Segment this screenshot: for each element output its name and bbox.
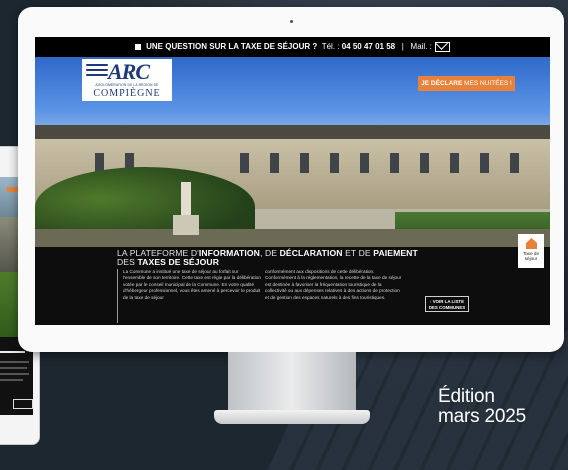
headline-part: et de: [342, 248, 374, 258]
palace-window: [240, 153, 249, 173]
taxe-sejour-badge[interactable]: Taxe de séjour: [518, 234, 544, 268]
badge-label: Taxe de séjour: [518, 251, 544, 261]
question-text: UNE QUESTION SUR LA TAXE DE SÉJOUR ?: [146, 42, 318, 51]
headline-bold: déclaration: [279, 248, 343, 258]
square-icon: [135, 43, 142, 50]
contact-bar: UNE QUESTION SUR LA TAXE DE SÉJOUR ? Tél…: [35, 37, 550, 57]
body-text-col2: conformément aux dispositions de cette d…: [265, 269, 402, 300]
palace-window: [300, 153, 309, 173]
mail-label: Mail. :: [410, 42, 432, 51]
logo-city: COMPIÈGNE: [93, 88, 161, 99]
headline-part: des: [117, 257, 138, 267]
logo-subtitle: AGGLOMÉRATION DE LA RÉGION DE: [95, 83, 159, 87]
palace-window: [510, 153, 519, 173]
edition-line2: mars 2025: [438, 406, 526, 427]
edition-line1: Édition: [438, 386, 495, 407]
waves-icon: [86, 64, 108, 79]
house-icon: [526, 238, 537, 249]
list-button-line1: VOIR LA LISTE: [432, 299, 464, 304]
tablet-text-line: [0, 351, 25, 353]
palace-window: [480, 153, 489, 173]
divider: [117, 269, 118, 323]
arc-logo[interactable]: ARC AGGLOMÉRATION DE LA RÉGION DE COMPIÈ…: [82, 59, 172, 101]
palace-window: [330, 153, 339, 173]
hero-image: ARC AGGLOMÉRATION DE LA RÉGION DE COMPIÈ…: [35, 57, 550, 247]
arrow-icon: ›: [429, 299, 432, 304]
phone-link[interactable]: 04 50 47 01 58: [342, 42, 395, 51]
palace-window: [390, 153, 399, 173]
declare-button[interactable]: JE DÉCLARE MES NUITÉES !: [418, 76, 515, 91]
headline-part: , de: [259, 248, 280, 258]
declare-button-rest: MES NUITÉES !: [464, 80, 512, 87]
monitor-base: [214, 410, 370, 424]
headline-bold: taxes de séjour: [137, 257, 220, 267]
palace-window: [270, 153, 279, 173]
website-screen: UNE QUESTION SUR LA TAXE DE SÉJOUR ? Tél…: [35, 37, 550, 325]
tel-label: Tél. :: [321, 42, 340, 51]
camera-dot: [290, 20, 293, 23]
tablet-text-line: [0, 373, 29, 375]
info-panel: La plateforme d'information, de déclarat…: [35, 247, 550, 325]
badge-line2: séjour: [524, 256, 538, 261]
logo-name: ARC: [108, 59, 150, 84]
edition-caption: Édition mars 2025: [438, 387, 526, 427]
tablet-text-line: [0, 379, 23, 381]
ground: [35, 229, 550, 247]
mail-icon[interactable]: [434, 41, 450, 52]
palace-window: [450, 153, 459, 173]
palace-window: [360, 153, 369, 173]
tablet-text-line: [0, 361, 29, 363]
separator: |: [401, 42, 404, 51]
page-headline: La plateforme d'information, de déclarat…: [117, 249, 477, 267]
headline-bold: paiement: [373, 248, 418, 258]
body-text-col1: La Commune a institué une taxe de séjour…: [123, 269, 261, 300]
list-communes-button[interactable]: › VOIR LA LISTE DES COMMUNES: [425, 296, 469, 312]
statue-pedestal: [173, 215, 199, 235]
tablet-list-button: [13, 399, 33, 409]
list-button-line2: DES COMMUNES: [428, 304, 466, 310]
declare-button-strong: JE DÉCLARE: [421, 80, 463, 87]
tablet-text-line: [0, 367, 27, 369]
monitor-stand: [228, 352, 356, 416]
palace-window: [420, 153, 429, 173]
